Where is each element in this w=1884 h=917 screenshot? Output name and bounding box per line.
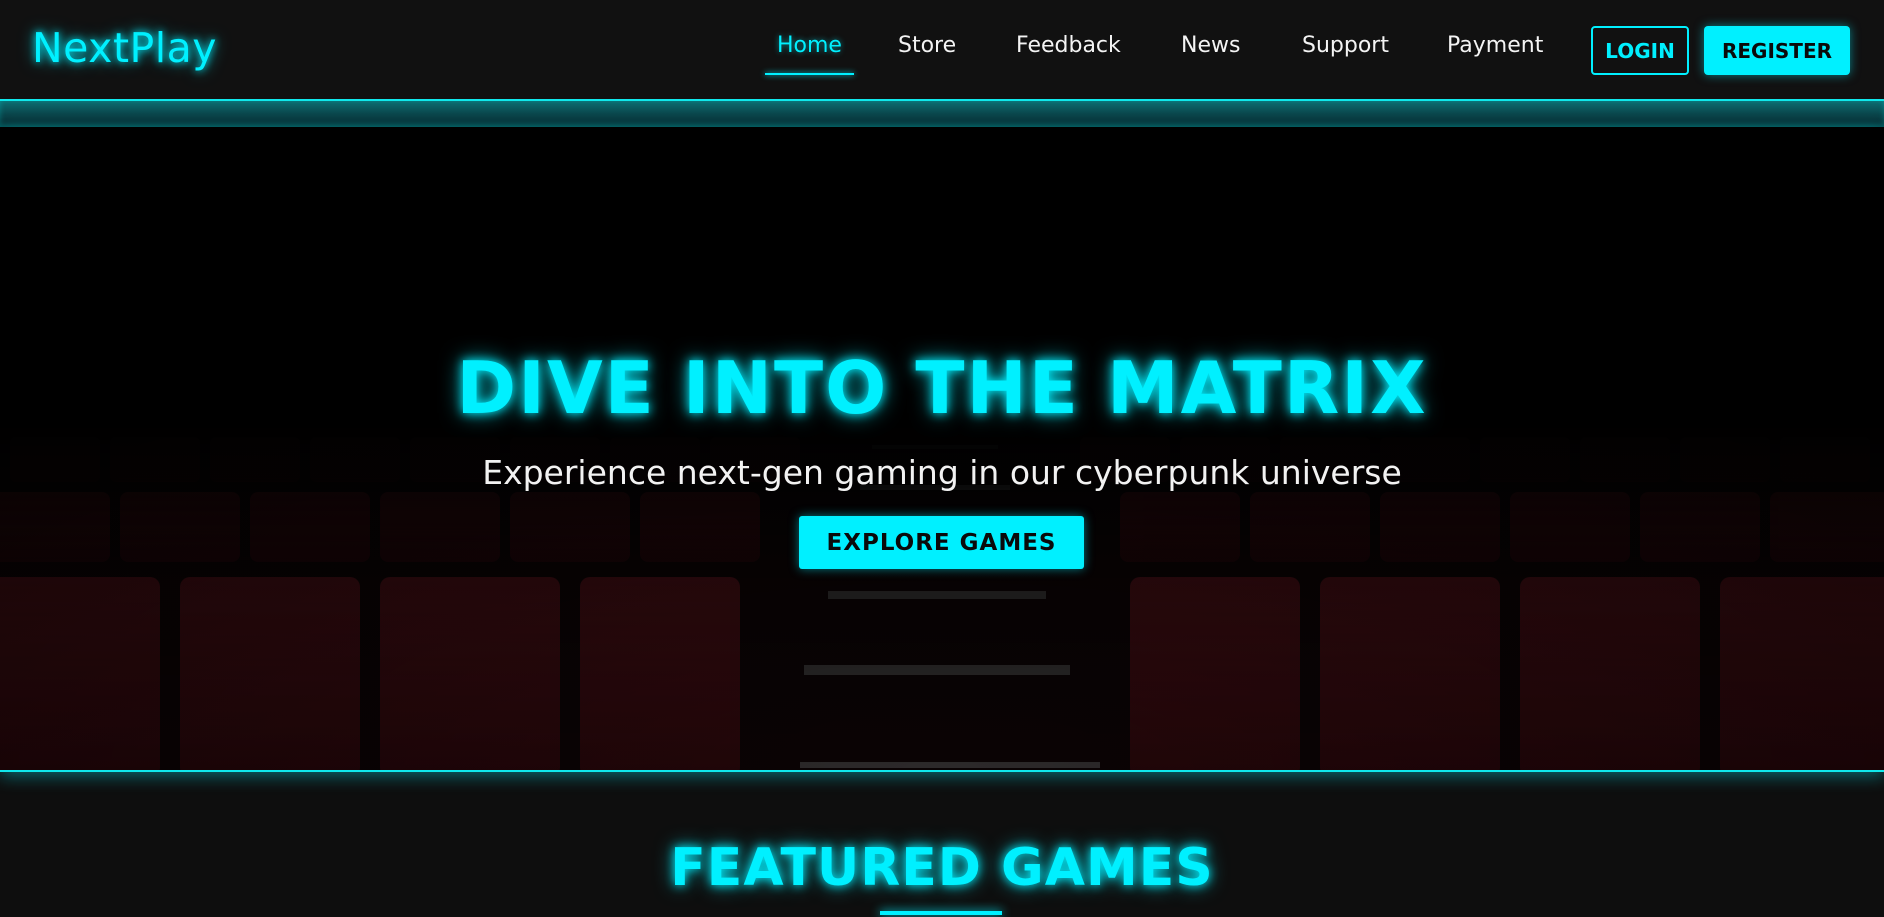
hero-title: DIVE INTO THE MATRIX [456,346,1428,430]
hero-content: DIVE INTO THE MATRIX Experience next-gen… [0,127,1884,770]
nav-link-news[interactable]: News [1181,33,1240,73]
nav-link-payment[interactable]: Payment [1447,33,1543,73]
featured-games-heading: FEATURED GAMES [670,838,1214,898]
nav-link-support[interactable]: Support [1302,33,1389,73]
hero-subtitle: Experience next-gen gaming in our cyberp… [482,453,1402,492]
explore-games-button[interactable]: EXPLORE GAMES [799,516,1084,569]
brand-logo[interactable]: NextPlay [32,24,217,72]
nav-link-store[interactable]: Store [898,33,956,73]
register-button[interactable]: REGISTER [1704,26,1850,75]
header-glow-strip [0,101,1884,127]
login-button[interactable]: LOGIN [1591,26,1689,75]
hero-section: DIVE INTO THE MATRIX Experience next-gen… [0,127,1884,772]
heading-underline [880,911,1002,915]
top-navbar: NextPlay Home Store Feedback News Suppor… [0,0,1884,101]
nav-link-feedback[interactable]: Feedback [1016,33,1121,73]
nav-link-home[interactable]: Home [765,33,854,75]
